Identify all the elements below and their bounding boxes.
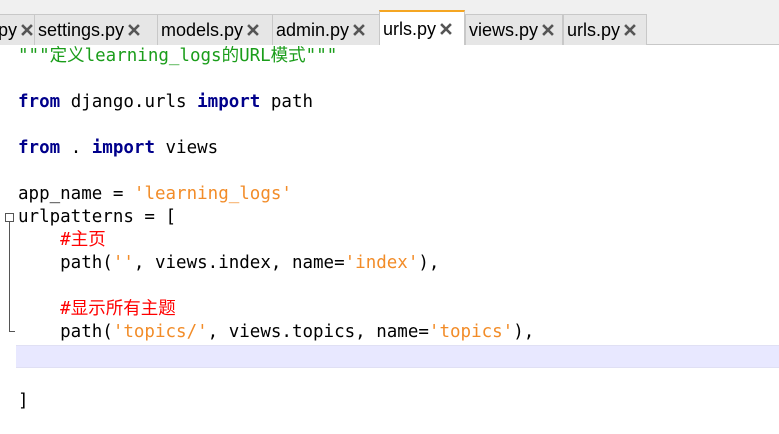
code-line[interactable]: #显示所有主题 xyxy=(18,298,779,321)
code-line[interactable] xyxy=(18,344,779,367)
tab-admin-py-3[interactable]: admin.py xyxy=(272,14,380,45)
code-token-op: ), xyxy=(418,253,440,273)
close-icon[interactable] xyxy=(352,23,366,37)
code-token-op: path xyxy=(260,92,314,112)
code-line[interactable]: urlpatterns = [ xyxy=(18,206,779,229)
close-icon[interactable] xyxy=(623,23,637,37)
code-line[interactable]: path('', views.index, name='index'), xyxy=(18,252,779,275)
tab-views-py-5[interactable]: views.py xyxy=(465,14,563,45)
tab-label: views.py xyxy=(469,19,539,40)
code-line[interactable] xyxy=(18,367,779,390)
code-line[interactable]: app_name = 'learning_logs' xyxy=(18,183,779,206)
code-token-op: . xyxy=(60,138,92,158)
code-token-op: path( xyxy=(18,322,113,342)
code-token-op: , views.topics, name= xyxy=(207,322,429,342)
tab-label: urls.py xyxy=(383,18,437,39)
code-token-kw: import xyxy=(197,92,261,112)
code-line[interactable] xyxy=(18,114,779,137)
tab-urls-py-4[interactable]: urls.py xyxy=(379,10,465,46)
code-line[interactable] xyxy=(18,275,779,298)
close-icon[interactable] xyxy=(127,23,141,37)
code-token-doc: """定义learning_logs的URL模式""" xyxy=(18,46,338,66)
code-token-op: path( xyxy=(18,253,113,273)
code-token-op: views xyxy=(154,138,219,158)
code-line[interactable]: #主页 xyxy=(18,229,779,252)
code-token-str: 'index' xyxy=(344,253,419,273)
code-token-op xyxy=(18,299,60,319)
code-token-cmt: #显示所有主题 xyxy=(60,299,176,319)
code-token-op: ] xyxy=(18,391,29,411)
fold-gutter xyxy=(0,45,16,434)
code-token-op: , views.index, name= xyxy=(133,253,345,273)
tab-label: py xyxy=(0,19,18,40)
code-token-str: '' xyxy=(112,253,134,273)
fold-guide-line xyxy=(9,222,10,332)
tab-py-0[interactable]: py xyxy=(0,14,35,45)
code-line[interactable]: path('topics/', views.topics, name='topi… xyxy=(18,321,779,344)
code-line[interactable] xyxy=(18,68,779,91)
code-area[interactable]: """定义learning_logs的URL模式""" from django.… xyxy=(18,45,779,413)
code-token-op: ), xyxy=(513,322,535,342)
code-token-kw: from xyxy=(18,138,61,158)
code-token-op: django.urls xyxy=(60,92,198,112)
code-token-str: 'topics/' xyxy=(112,322,208,342)
tab-label: urls.py xyxy=(567,19,621,40)
code-token-str: 'learning_logs' xyxy=(133,184,292,204)
fold-toggle[interactable] xyxy=(5,213,14,222)
code-token-str: 'topics' xyxy=(428,322,514,342)
code-token-op: urlpatterns = [ xyxy=(18,207,177,227)
tab-settings-py-1[interactable]: settings.py xyxy=(34,14,158,45)
tab-urls-py-6[interactable]: urls.py xyxy=(563,14,647,45)
code-token-kw: from xyxy=(18,92,61,112)
code-token-cmt: #主页 xyxy=(60,230,106,250)
code-line[interactable]: from django.urls import path xyxy=(18,91,779,114)
code-line[interactable] xyxy=(18,160,779,183)
code-token-kw: import xyxy=(91,138,155,158)
tab-label: admin.py xyxy=(276,19,350,40)
close-icon[interactable] xyxy=(541,23,555,37)
tab-label: settings.py xyxy=(38,19,125,40)
code-token-op: app_name = xyxy=(18,184,134,204)
fold-guide-end xyxy=(9,331,15,332)
tab-models-py-2[interactable]: models.py xyxy=(157,14,273,45)
close-icon[interactable] xyxy=(246,23,260,37)
close-icon[interactable] xyxy=(439,22,453,36)
editor-window: py settings.py models.py admin.py urls.py vie… xyxy=(0,0,779,434)
code-line[interactable]: ] xyxy=(18,390,779,413)
code-editor[interactable]: """定义learning_logs的URL模式""" from django.… xyxy=(0,45,779,434)
tab-bar: py settings.py models.py admin.py urls.py vie… xyxy=(0,0,779,46)
close-icon[interactable] xyxy=(20,23,34,37)
code-line[interactable]: """定义learning_logs的URL模式""" xyxy=(18,45,779,68)
code-token-op xyxy=(18,230,60,250)
tab-label: models.py xyxy=(161,19,244,40)
code-line[interactable]: from . import views xyxy=(18,137,779,160)
